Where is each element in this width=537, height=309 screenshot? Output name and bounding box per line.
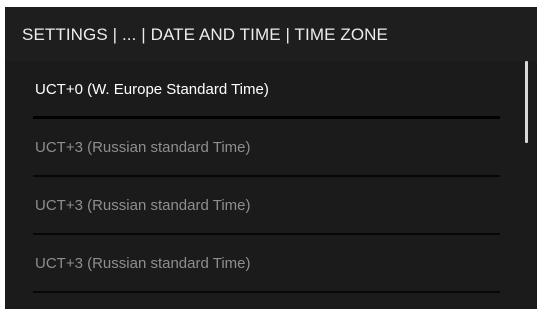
time-zone-panel: SETTINGS | ... | DATE AND TIME | TIME ZO… xyxy=(5,7,537,309)
time-zone-label: UCT+3 (Russian standard Time) xyxy=(35,255,251,272)
time-zone-list[interactable]: UCT+0 (W. Europe Standard Time) UCT+3 (R… xyxy=(5,61,537,309)
time-zone-item[interactable]: UCT+3 (Russian standard Time) xyxy=(33,235,500,293)
time-zone-item-selected[interactable]: UCT+0 (W. Europe Standard Time) xyxy=(33,61,500,119)
breadcrumb-title: SETTINGS | ... | DATE AND TIME | TIME ZO… xyxy=(22,25,388,44)
time-zone-item[interactable]: UCT+3 (Russian standard Time) xyxy=(33,119,500,177)
item-divider xyxy=(33,291,500,293)
time-zone-label: UCT+3 (Russian standard Time) xyxy=(35,139,251,156)
time-zone-label: UCT+0 (W. Europe Standard Time) xyxy=(35,81,269,98)
time-zone-item[interactable]: UCT+3 (Russian standard Time) xyxy=(33,177,500,235)
scrollbar-thumb[interactable] xyxy=(525,61,528,143)
time-zone-label: UCT+3 (Russian standard Time) xyxy=(35,197,251,214)
